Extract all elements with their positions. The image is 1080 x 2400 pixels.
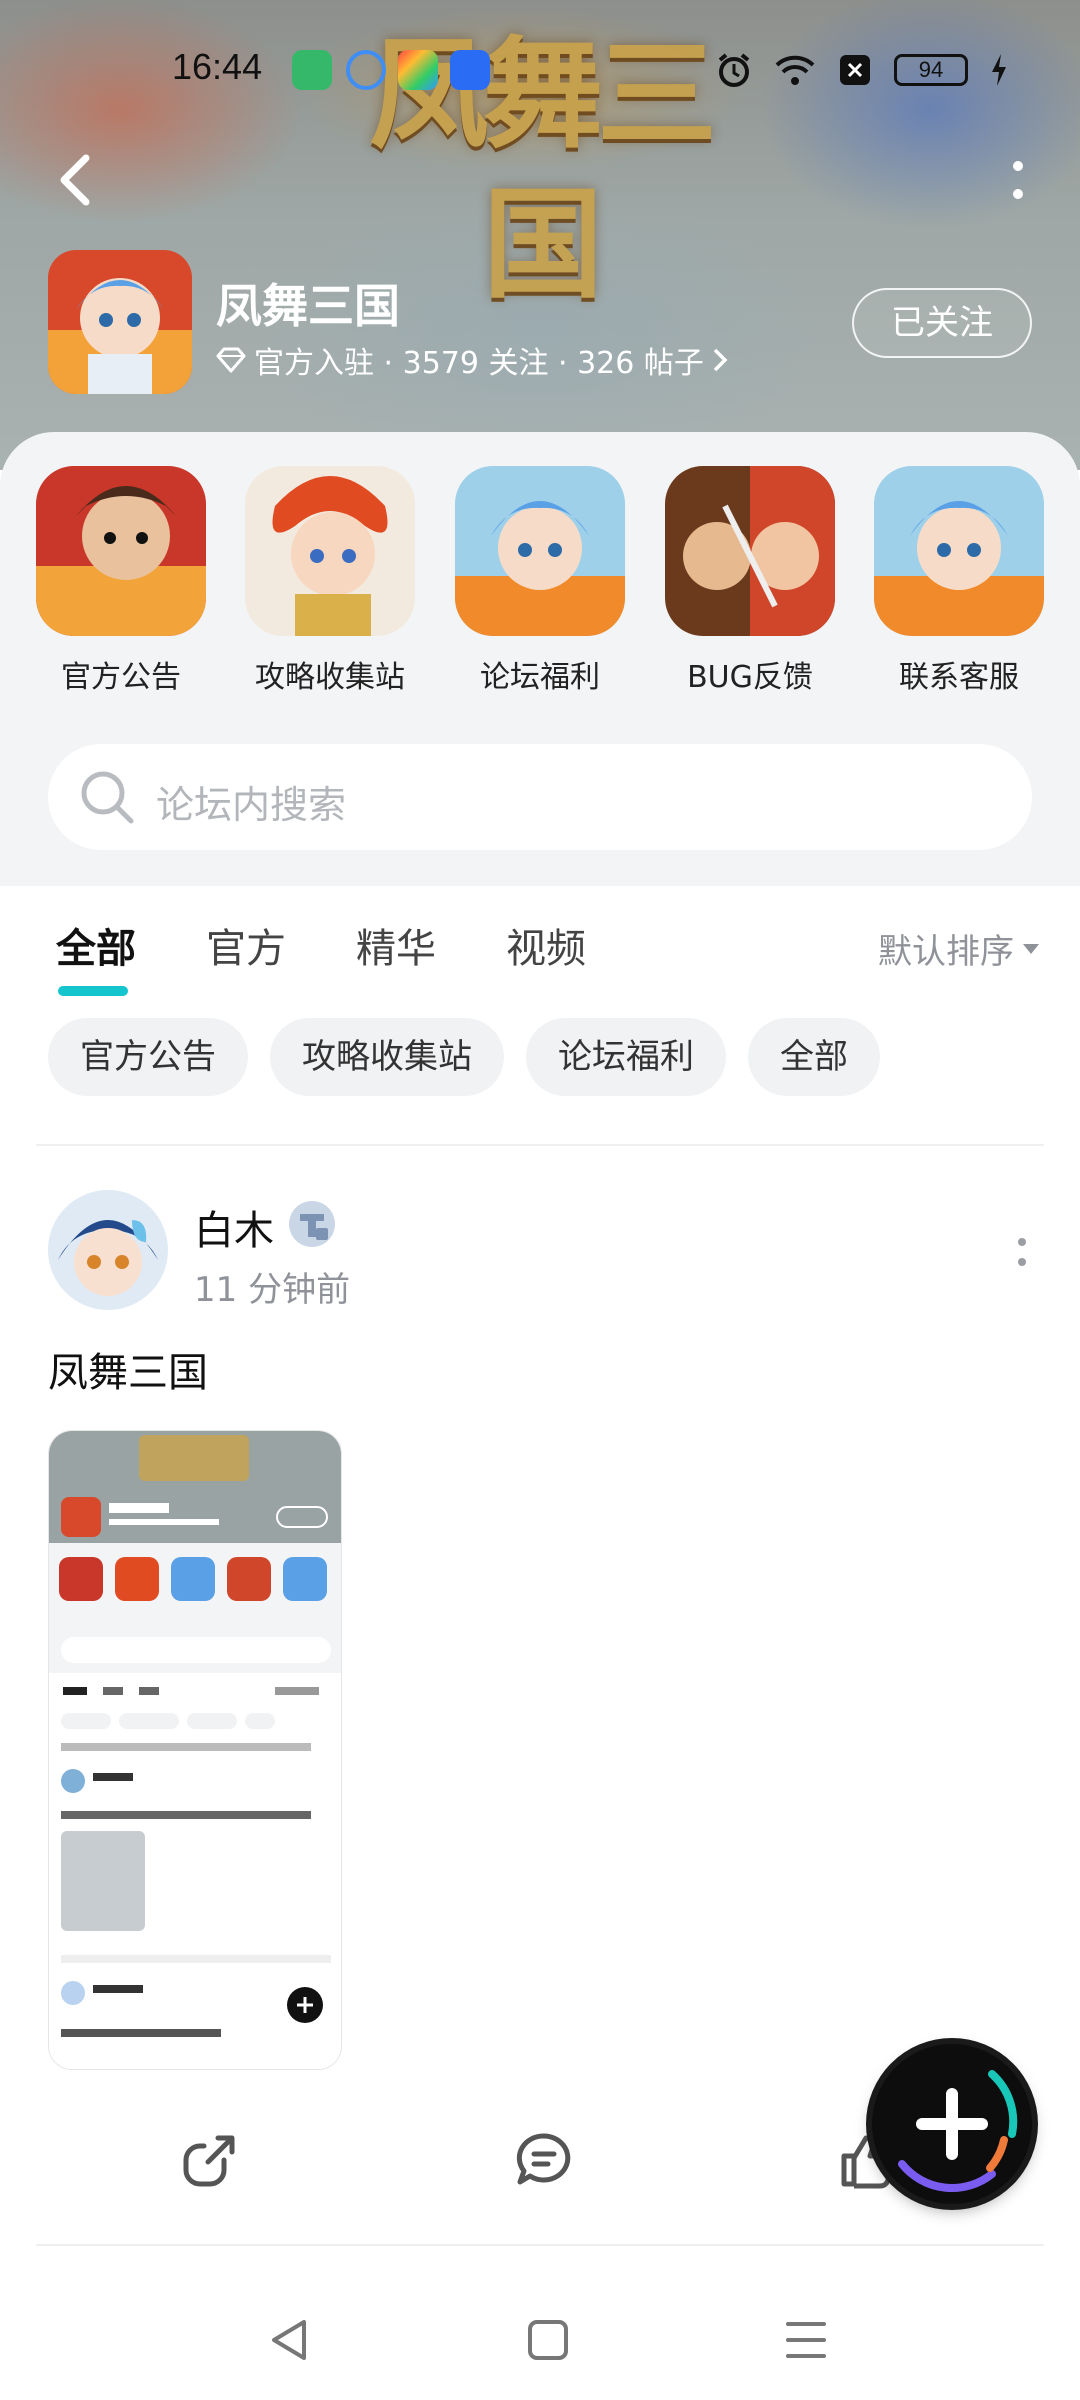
- shortcut-icon: [455, 466, 625, 636]
- battery-level: 94: [894, 54, 968, 86]
- user-level-badge-icon: [289, 1201, 335, 1247]
- more-options-button[interactable]: [1008, 160, 1028, 200]
- post-author[interactable]: 白木: [194, 1198, 274, 1256]
- diamond-icon: [216, 347, 246, 373]
- status-indicators: 94: [716, 46, 1008, 94]
- forum-meta-text: 官方入驻 · 3579 关注 · 326 帖子: [254, 346, 704, 381]
- tab-official[interactable]: 官方: [206, 916, 286, 986]
- nav-home-button[interactable]: [518, 2310, 578, 2370]
- nav-back-button[interactable]: [260, 2310, 320, 2370]
- shortcut-label: 官方公告: [61, 660, 181, 695]
- avatar[interactable]: [48, 1190, 168, 1310]
- forum-name: 凤舞三国: [216, 279, 400, 333]
- tab-all[interactable]: 全部: [56, 916, 136, 996]
- search-input[interactable]: 论坛内搜索: [48, 744, 1032, 850]
- share-button[interactable]: [180, 2130, 240, 2190]
- shortcut-bug-feedback[interactable]: BUG反馈: [665, 466, 835, 696]
- shortcut-icon: [665, 466, 835, 636]
- tab-featured[interactable]: 精华: [356, 916, 436, 986]
- follow-button[interactable]: 已关注: [852, 288, 1032, 358]
- back-arrow-icon: [60, 154, 90, 206]
- chip-forum-benefits[interactable]: 论坛福利: [526, 1018, 726, 1096]
- post-tabs: 全部 官方 精华 视频: [56, 916, 586, 996]
- sort-label: 默认排序: [878, 932, 1014, 972]
- wifi-icon: [775, 55, 815, 85]
- tab-video[interactable]: 视频: [506, 916, 586, 986]
- system-nav-bar: [0, 2280, 1080, 2400]
- shortcut-customer-service[interactable]: 联系客服: [874, 466, 1044, 696]
- divider: [36, 2244, 1044, 2246]
- chip-official-announcement[interactable]: 官方公告: [48, 1018, 248, 1096]
- plus-icon: [898, 2070, 1018, 2193]
- post-image-screenshot[interactable]: [48, 1430, 342, 2070]
- post-timestamp: 11 分钟前: [194, 1270, 351, 1310]
- search-placeholder: 论坛内搜索: [156, 783, 347, 827]
- shortcut-icon: [245, 466, 415, 636]
- nav-menu-button[interactable]: [776, 2310, 836, 2370]
- post-title[interactable]: 凤舞三国: [48, 1340, 208, 1398]
- comment-button[interactable]: [514, 2130, 574, 2190]
- create-post-button[interactable]: [872, 2044, 1032, 2204]
- forum-meta[interactable]: 官方入驻 · 3579 关注 · 326 帖子: [216, 338, 728, 382]
- chevron-right-icon: [713, 348, 728, 372]
- chip-all[interactable]: 全部: [748, 1018, 880, 1096]
- shortcut-label: 联系客服: [899, 660, 1019, 695]
- caret-down-icon: [1023, 943, 1039, 954]
- comment-icon: [516, 2133, 571, 2185]
- alarm-icon: [718, 53, 750, 87]
- sort-dropdown[interactable]: 默认排序: [878, 924, 1040, 973]
- more-vert-icon[interactable]: [1016, 1232, 1028, 1272]
- status-bar: 16:44 94: [0, 40, 1080, 100]
- divider: [36, 1144, 1044, 1146]
- shortcut-official-announcement[interactable]: 官方公告: [36, 466, 206, 696]
- shortcut-icon: [874, 466, 1044, 636]
- no-sim-icon: [840, 55, 870, 85]
- chip-strategy-station[interactable]: 攻略收集站: [270, 1018, 504, 1096]
- more-vert-icon: [1013, 161, 1023, 199]
- nav-back-icon: [272, 2320, 306, 2360]
- forum-avatar[interactable]: [48, 250, 192, 394]
- category-chips: 官方公告 攻略收集站 论坛福利 全部: [48, 1018, 880, 1096]
- shortcut-label: 攻略收集站: [255, 660, 405, 695]
- charging-icon: [992, 54, 1006, 86]
- shortcut-grid: 官方公告 攻略收集站 论坛福利 BUG反馈 联系客服: [0, 466, 1080, 706]
- app-notification-icon: [398, 50, 438, 90]
- app-notification-icon: [450, 50, 490, 90]
- nav-home-icon: [528, 2320, 568, 2360]
- app-notification-icon: [346, 50, 386, 90]
- app-notification-icon: [292, 50, 332, 90]
- shortcut-label: BUG反馈: [687, 660, 813, 695]
- shortcut-forum-benefits[interactable]: 论坛福利: [455, 466, 625, 696]
- nav-menu-icon: [786, 2322, 826, 2358]
- share-icon: [183, 2135, 235, 2187]
- forum-avatar-art: [48, 250, 192, 394]
- shortcut-icon: [36, 466, 206, 636]
- search-icon: [81, 771, 134, 824]
- back-button[interactable]: [52, 150, 100, 210]
- shortcut-strategy-station[interactable]: 攻略收集站: [245, 466, 415, 696]
- status-time: 16:44: [172, 46, 263, 87]
- shortcut-label: 论坛福利: [480, 660, 600, 695]
